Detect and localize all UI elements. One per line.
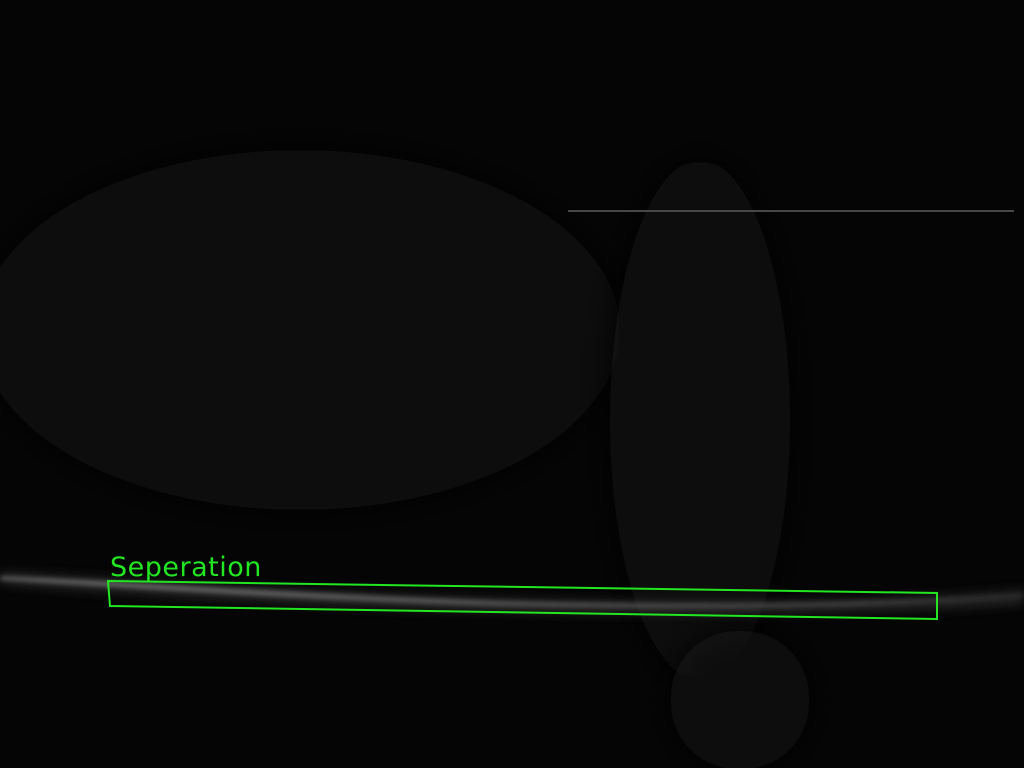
- scan-image: [0, 0, 1024, 768]
- dim-region: [0, 150, 620, 510]
- dim-region: [670, 630, 810, 768]
- separation-label: Seperation: [110, 552, 262, 583]
- scan-image-view: Seperation: [0, 0, 1024, 768]
